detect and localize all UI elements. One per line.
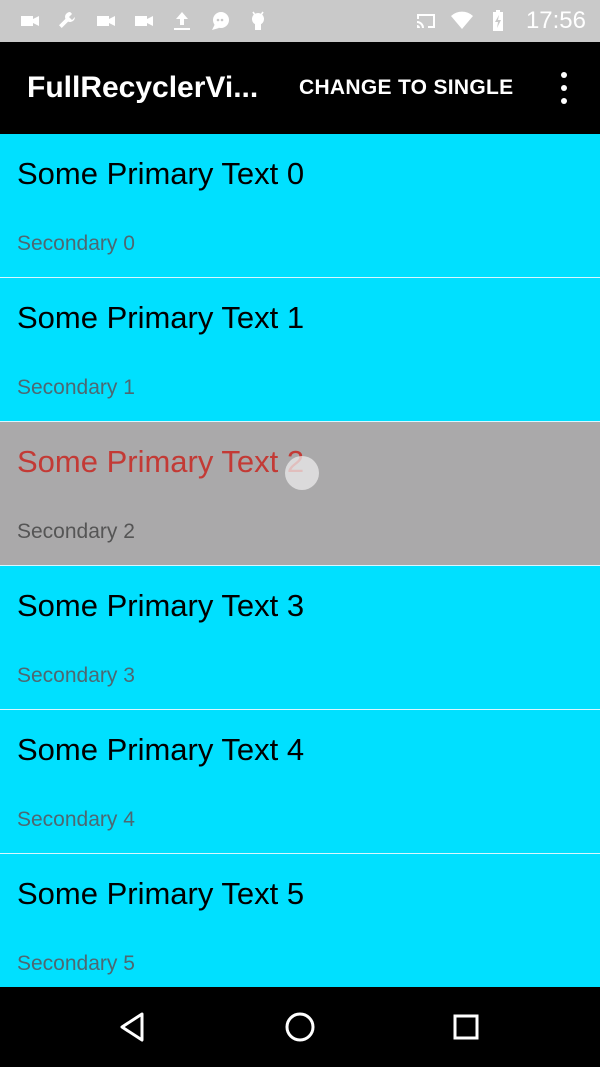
navigation-bar <box>0 987 600 1067</box>
list-item[interactable]: Some Primary Text 1 Secondary 1 <box>0 278 600 422</box>
status-clock: 17:56 <box>525 7 586 34</box>
primary-text: Some Primary Text 4 <box>17 732 305 767</box>
secondary-text: Secondary 3 <box>17 664 135 687</box>
list-item-pressed[interactable]: Some Primary Text 2 Secondary 2 <box>0 422 600 566</box>
recycler-list[interactable]: Some Primary Text 0 Secondary 0 Some Pri… <box>0 134 600 987</box>
secondary-text: Secondary 4 <box>17 808 135 831</box>
primary-text: Some Primary Text 2 <box>17 444 305 479</box>
system-icons: 17:56 <box>414 0 586 42</box>
list-item[interactable]: Some Primary Text 0 Secondary 0 <box>0 134 600 278</box>
video-camera-icon <box>132 9 156 33</box>
secondary-text: Secondary 5 <box>17 952 135 975</box>
primary-text: Some Primary Text 5 <box>17 876 305 911</box>
chat-icon <box>208 9 232 33</box>
battery-charging-icon <box>486 9 510 33</box>
touch-ripple <box>285 456 319 490</box>
list-item[interactable]: Some Primary Text 4 Secondary 4 <box>0 710 600 854</box>
primary-text: Some Primary Text 0 <box>17 156 305 191</box>
home-icon[interactable] <box>280 1007 320 1047</box>
list-item[interactable]: Some Primary Text 5 Secondary 5 <box>0 854 600 987</box>
video-camera-icon <box>94 9 118 33</box>
upload-icon <box>170 9 194 33</box>
recents-icon[interactable] <box>446 1007 486 1047</box>
wifi-icon <box>450 9 474 33</box>
change-to-single-button[interactable]: CHANGE TO SINGLE <box>299 42 513 134</box>
app-title: FullRecyclerVi... <box>27 71 259 104</box>
video-camera-icon <box>18 9 42 33</box>
app-bar: FullRecyclerVi... CHANGE TO SINGLE <box>0 42 600 134</box>
secondary-text: Secondary 2 <box>17 520 135 543</box>
back-icon[interactable] <box>113 1007 153 1047</box>
overflow-menu-icon[interactable] <box>552 72 576 104</box>
secondary-text: Secondary 0 <box>17 232 135 255</box>
android-icon <box>246 9 270 33</box>
secondary-text: Secondary 1 <box>17 376 135 399</box>
wrench-icon <box>56 9 80 33</box>
list-item[interactable]: Some Primary Text 3 Secondary 3 <box>0 566 600 710</box>
primary-text: Some Primary Text 3 <box>17 588 305 623</box>
notification-icons <box>18 0 270 42</box>
cast-icon <box>414 9 438 33</box>
status-bar: 17:56 <box>0 0 600 42</box>
primary-text: Some Primary Text 1 <box>17 300 305 335</box>
